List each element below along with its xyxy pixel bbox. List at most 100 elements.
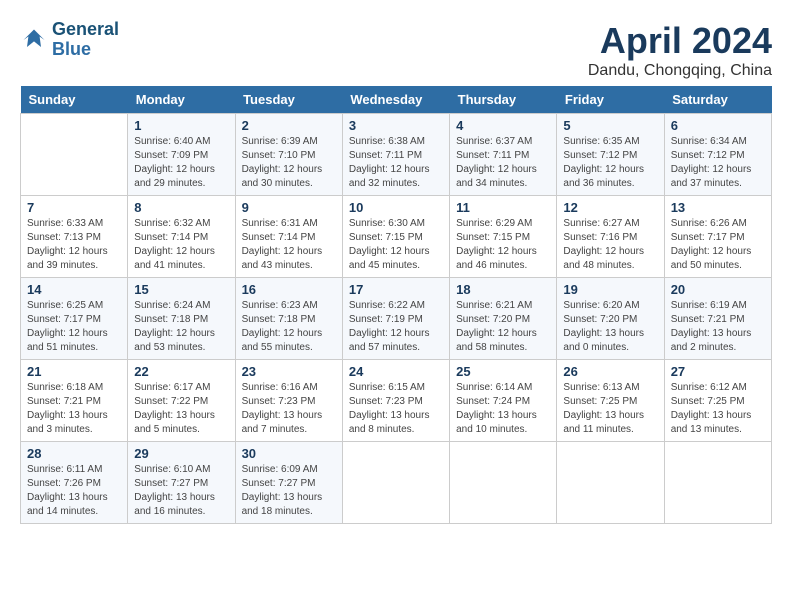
calendar-cell bbox=[21, 114, 128, 196]
weekday-header-tuesday: Tuesday bbox=[235, 86, 342, 114]
calendar-cell: 19 Sunrise: 6:20 AMSunset: 7:20 PMDaylig… bbox=[557, 278, 664, 360]
calendar-cell bbox=[342, 442, 449, 524]
weekday-header-sunday: Sunday bbox=[21, 86, 128, 114]
location-subtitle: Dandu, Chongqing, China bbox=[588, 62, 772, 80]
day-number: 19 bbox=[563, 282, 657, 297]
calendar-cell: 26 Sunrise: 6:13 AMSunset: 7:25 PMDaylig… bbox=[557, 360, 664, 442]
day-info: Sunrise: 6:11 AMSunset: 7:26 PMDaylight:… bbox=[27, 464, 108, 517]
day-number: 4 bbox=[456, 118, 550, 133]
day-info: Sunrise: 6:14 AMSunset: 7:24 PMDaylight:… bbox=[456, 382, 537, 435]
day-number: 3 bbox=[349, 118, 443, 133]
day-info: Sunrise: 6:31 AMSunset: 7:14 PMDaylight:… bbox=[242, 218, 323, 271]
day-number: 23 bbox=[242, 364, 336, 379]
weekday-header-friday: Friday bbox=[557, 86, 664, 114]
day-info: Sunrise: 6:21 AMSunset: 7:20 PMDaylight:… bbox=[456, 300, 537, 353]
day-info: Sunrise: 6:24 AMSunset: 7:18 PMDaylight:… bbox=[134, 300, 215, 353]
calendar-cell: 28 Sunrise: 6:11 AMSunset: 7:26 PMDaylig… bbox=[21, 442, 128, 524]
weekday-header-thursday: Thursday bbox=[450, 86, 557, 114]
calendar-cell bbox=[557, 442, 664, 524]
logo-icon bbox=[20, 26, 48, 54]
weekday-header-monday: Monday bbox=[128, 86, 235, 114]
calendar-week-row: 1 Sunrise: 6:40 AMSunset: 7:09 PMDayligh… bbox=[21, 114, 772, 196]
day-info: Sunrise: 6:23 AMSunset: 7:18 PMDaylight:… bbox=[242, 300, 323, 353]
day-number: 28 bbox=[27, 446, 121, 461]
calendar-cell: 27 Sunrise: 6:12 AMSunset: 7:25 PMDaylig… bbox=[664, 360, 771, 442]
logo-text: General Blue bbox=[52, 20, 119, 60]
calendar-cell: 3 Sunrise: 6:38 AMSunset: 7:11 PMDayligh… bbox=[342, 114, 449, 196]
day-number: 6 bbox=[671, 118, 765, 133]
calendar-week-row: 14 Sunrise: 6:25 AMSunset: 7:17 PMDaylig… bbox=[21, 278, 772, 360]
calendar-cell: 5 Sunrise: 6:35 AMSunset: 7:12 PMDayligh… bbox=[557, 114, 664, 196]
calendar-cell: 2 Sunrise: 6:39 AMSunset: 7:10 PMDayligh… bbox=[235, 114, 342, 196]
calendar-cell: 4 Sunrise: 6:37 AMSunset: 7:11 PMDayligh… bbox=[450, 114, 557, 196]
calendar-week-row: 21 Sunrise: 6:18 AMSunset: 7:21 PMDaylig… bbox=[21, 360, 772, 442]
day-number: 26 bbox=[563, 364, 657, 379]
day-info: Sunrise: 6:15 AMSunset: 7:23 PMDaylight:… bbox=[349, 382, 430, 435]
weekday-header-saturday: Saturday bbox=[664, 86, 771, 114]
calendar-cell: 24 Sunrise: 6:15 AMSunset: 7:23 PMDaylig… bbox=[342, 360, 449, 442]
day-number: 11 bbox=[456, 200, 550, 215]
day-info: Sunrise: 6:25 AMSunset: 7:17 PMDaylight:… bbox=[27, 300, 108, 353]
day-info: Sunrise: 6:10 AMSunset: 7:27 PMDaylight:… bbox=[134, 464, 215, 517]
calendar-cell: 20 Sunrise: 6:19 AMSunset: 7:21 PMDaylig… bbox=[664, 278, 771, 360]
day-info: Sunrise: 6:19 AMSunset: 7:21 PMDaylight:… bbox=[671, 300, 752, 353]
day-info: Sunrise: 6:33 AMSunset: 7:13 PMDaylight:… bbox=[27, 218, 108, 271]
logo: General Blue bbox=[20, 20, 119, 60]
calendar-cell: 10 Sunrise: 6:30 AMSunset: 7:15 PMDaylig… bbox=[342, 196, 449, 278]
calendar-cell: 15 Sunrise: 6:24 AMSunset: 7:18 PMDaylig… bbox=[128, 278, 235, 360]
page-header: General Blue April 2024 Dandu, Chongqing… bbox=[20, 20, 772, 80]
day-number: 8 bbox=[134, 200, 228, 215]
day-info: Sunrise: 6:32 AMSunset: 7:14 PMDaylight:… bbox=[134, 218, 215, 271]
calendar-cell: 11 Sunrise: 6:29 AMSunset: 7:15 PMDaylig… bbox=[450, 196, 557, 278]
day-info: Sunrise: 6:29 AMSunset: 7:15 PMDaylight:… bbox=[456, 218, 537, 271]
day-number: 16 bbox=[242, 282, 336, 297]
day-number: 10 bbox=[349, 200, 443, 215]
day-number: 21 bbox=[27, 364, 121, 379]
day-info: Sunrise: 6:39 AMSunset: 7:10 PMDaylight:… bbox=[242, 136, 323, 189]
day-info: Sunrise: 6:35 AMSunset: 7:12 PMDaylight:… bbox=[563, 136, 644, 189]
month-year-title: April 2024 bbox=[588, 20, 772, 62]
calendar-cell: 16 Sunrise: 6:23 AMSunset: 7:18 PMDaylig… bbox=[235, 278, 342, 360]
day-info: Sunrise: 6:26 AMSunset: 7:17 PMDaylight:… bbox=[671, 218, 752, 271]
calendar-cell: 21 Sunrise: 6:18 AMSunset: 7:21 PMDaylig… bbox=[21, 360, 128, 442]
day-number: 17 bbox=[349, 282, 443, 297]
calendar-cell: 6 Sunrise: 6:34 AMSunset: 7:12 PMDayligh… bbox=[664, 114, 771, 196]
calendar-table: SundayMondayTuesdayWednesdayThursdayFrid… bbox=[20, 86, 772, 524]
calendar-cell: 22 Sunrise: 6:17 AMSunset: 7:22 PMDaylig… bbox=[128, 360, 235, 442]
calendar-cell: 25 Sunrise: 6:14 AMSunset: 7:24 PMDaylig… bbox=[450, 360, 557, 442]
calendar-cell: 14 Sunrise: 6:25 AMSunset: 7:17 PMDaylig… bbox=[21, 278, 128, 360]
day-info: Sunrise: 6:20 AMSunset: 7:20 PMDaylight:… bbox=[563, 300, 644, 353]
day-number: 25 bbox=[456, 364, 550, 379]
day-number: 20 bbox=[671, 282, 765, 297]
day-number: 13 bbox=[671, 200, 765, 215]
title-block: April 2024 Dandu, Chongqing, China bbox=[588, 20, 772, 80]
day-info: Sunrise: 6:37 AMSunset: 7:11 PMDaylight:… bbox=[456, 136, 537, 189]
day-number: 30 bbox=[242, 446, 336, 461]
day-info: Sunrise: 6:22 AMSunset: 7:19 PMDaylight:… bbox=[349, 300, 430, 353]
calendar-cell bbox=[664, 442, 771, 524]
day-info: Sunrise: 6:38 AMSunset: 7:11 PMDaylight:… bbox=[349, 136, 430, 189]
calendar-cell: 18 Sunrise: 6:21 AMSunset: 7:20 PMDaylig… bbox=[450, 278, 557, 360]
calendar-cell: 17 Sunrise: 6:22 AMSunset: 7:19 PMDaylig… bbox=[342, 278, 449, 360]
day-info: Sunrise: 6:40 AMSunset: 7:09 PMDaylight:… bbox=[134, 136, 215, 189]
calendar-cell: 30 Sunrise: 6:09 AMSunset: 7:27 PMDaylig… bbox=[235, 442, 342, 524]
logo-line2: Blue bbox=[52, 39, 91, 59]
day-number: 12 bbox=[563, 200, 657, 215]
calendar-cell: 7 Sunrise: 6:33 AMSunset: 7:13 PMDayligh… bbox=[21, 196, 128, 278]
calendar-cell: 23 Sunrise: 6:16 AMSunset: 7:23 PMDaylig… bbox=[235, 360, 342, 442]
day-info: Sunrise: 6:17 AMSunset: 7:22 PMDaylight:… bbox=[134, 382, 215, 435]
day-number: 18 bbox=[456, 282, 550, 297]
day-number: 9 bbox=[242, 200, 336, 215]
calendar-week-row: 28 Sunrise: 6:11 AMSunset: 7:26 PMDaylig… bbox=[21, 442, 772, 524]
calendar-cell: 29 Sunrise: 6:10 AMSunset: 7:27 PMDaylig… bbox=[128, 442, 235, 524]
day-info: Sunrise: 6:18 AMSunset: 7:21 PMDaylight:… bbox=[27, 382, 108, 435]
day-number: 2 bbox=[242, 118, 336, 133]
calendar-cell bbox=[450, 442, 557, 524]
day-number: 7 bbox=[27, 200, 121, 215]
calendar-cell: 12 Sunrise: 6:27 AMSunset: 7:16 PMDaylig… bbox=[557, 196, 664, 278]
calendar-week-row: 7 Sunrise: 6:33 AMSunset: 7:13 PMDayligh… bbox=[21, 196, 772, 278]
day-info: Sunrise: 6:09 AMSunset: 7:27 PMDaylight:… bbox=[242, 464, 323, 517]
day-number: 22 bbox=[134, 364, 228, 379]
day-info: Sunrise: 6:12 AMSunset: 7:25 PMDaylight:… bbox=[671, 382, 752, 435]
day-info: Sunrise: 6:13 AMSunset: 7:25 PMDaylight:… bbox=[563, 382, 644, 435]
